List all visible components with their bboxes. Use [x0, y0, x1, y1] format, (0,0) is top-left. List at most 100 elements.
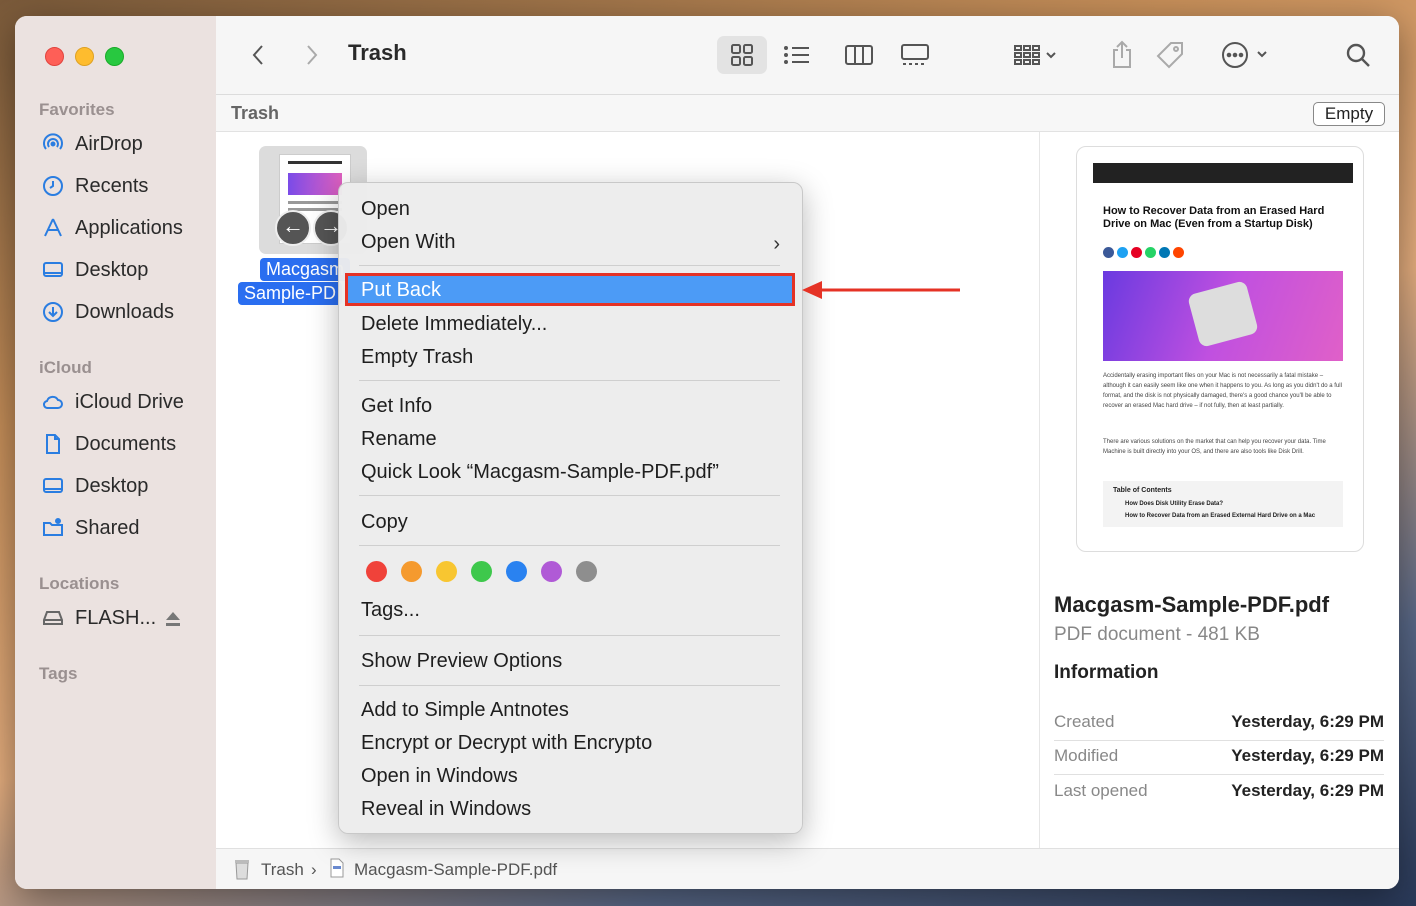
- info-row-modified: Modified Yesterday, 6:29 PM: [1054, 740, 1384, 775]
- sidebar-item-label: AirDrop: [75, 132, 143, 155]
- sidebar-item-flash-drive[interactable]: FLASH...: [41, 602, 156, 634]
- menu-separator: [359, 545, 780, 546]
- tag-color-green[interactable]: [471, 561, 492, 582]
- menu-item-rename[interactable]: Rename: [361, 428, 437, 451]
- file-name-line1[interactable]: Macgasm: [260, 258, 351, 281]
- menu-separator: [359, 380, 780, 381]
- location-header: Trash Empty: [216, 95, 1399, 132]
- preview-file-kind: PDF document - 481 KB: [1054, 624, 1260, 645]
- sidebar-item-downloads[interactable]: Downloads: [41, 296, 174, 328]
- columns-icon: [845, 45, 873, 65]
- article-title: How to Recover Data from an Erased Hard …: [1103, 205, 1325, 230]
- sidebar-item-icloud-drive[interactable]: iCloud Drive: [41, 386, 184, 418]
- tag-color-gray[interactable]: [576, 561, 597, 582]
- social-share-icons: [1103, 247, 1184, 258]
- menu-item-empty-trash[interactable]: Empty Trash: [361, 346, 473, 369]
- menu-item-open[interactable]: Open: [361, 198, 410, 221]
- article-paragraph-2: There are various solutions on the marke…: [1103, 439, 1326, 455]
- back-button[interactable]: [244, 36, 272, 74]
- tag-button[interactable]: [1150, 36, 1190, 74]
- path-crumb-trash[interactable]: Trash: [261, 860, 304, 880]
- share-button[interactable]: [1106, 36, 1138, 74]
- information-title: Information: [1054, 662, 1159, 683]
- menu-item-label: Put Back: [361, 279, 442, 301]
- preview-pane: How to Recover Data from an Erased Hard …: [1039, 132, 1399, 848]
- chevron-left-icon: [252, 45, 263, 65]
- forward-button[interactable]: [298, 36, 326, 74]
- gallery-view-button[interactable]: [894, 36, 936, 74]
- pdf-file-icon: [330, 858, 344, 878]
- menu-item-delete-immediately[interactable]: Delete Immediately...: [361, 313, 547, 336]
- group-by-button[interactable]: [1006, 36, 1066, 74]
- ellipsis-circle-icon: [1222, 42, 1267, 68]
- tag-color-blue[interactable]: [506, 561, 527, 582]
- airdrop-icon: [43, 133, 63, 150]
- applications-icon: [44, 218, 62, 237]
- sidebar-item-label: iCloud Drive: [75, 390, 184, 413]
- toc-item: How to Recover Data from an Erased Exter…: [1125, 513, 1316, 519]
- toc-title: Table of Contents: [1113, 487, 1172, 494]
- search-icon: [1346, 43, 1370, 67]
- tag-color-orange[interactable]: [401, 561, 422, 582]
- menu-item-quick-look[interactable]: Quick Look “Macgasm-Sample-PDF.pdf”: [361, 461, 719, 484]
- article-hero-image: [1103, 271, 1343, 361]
- context-menu: Open Open With › Put Back Delete Immedia…: [338, 182, 803, 834]
- zoom-window-button[interactable]: [105, 47, 124, 66]
- minimize-window-button[interactable]: [75, 47, 94, 66]
- favorites-section-title: Favorites: [39, 100, 115, 119]
- more-actions-button[interactable]: [1214, 36, 1274, 74]
- column-view-button[interactable]: [838, 36, 880, 74]
- arrow-left-icon: ←: [275, 210, 311, 246]
- sidebar: Favorites AirDrop Recents Applications D…: [15, 16, 217, 889]
- sidebar-item-shared[interactable]: Shared: [41, 512, 140, 544]
- sidebar-item-icloud-desktop[interactable]: Desktop: [41, 470, 148, 502]
- path-crumb-file[interactable]: Macgasm-Sample-PDF.pdf: [354, 860, 557, 880]
- menu-item-reveal-in-windows[interactable]: Reveal in Windows: [361, 798, 531, 821]
- preview-file-name: Macgasm-Sample-PDF.pdf: [1054, 592, 1330, 617]
- article-paragraph-1: Accidentally erasing important files on …: [1103, 373, 1342, 409]
- menu-item-open-in-windows[interactable]: Open in Windows: [361, 765, 518, 788]
- desktop-icon: [43, 478, 63, 493]
- gallery-icon: [901, 44, 929, 65]
- shared-folder-icon: [43, 518, 63, 536]
- menu-item-encrypt-decrypt[interactable]: Encrypt or Decrypt with Encrypto: [361, 732, 652, 755]
- tag-color-red[interactable]: [366, 561, 387, 582]
- sidebar-item-documents[interactable]: Documents: [41, 428, 176, 460]
- drive-icon: [43, 611, 63, 625]
- tag-color-yellow[interactable]: [436, 561, 457, 582]
- locations-section-title: Locations: [39, 574, 120, 593]
- document-preview: How to Recover Data from an Erased Hard …: [1076, 146, 1364, 552]
- sidebar-item-label: Recents: [75, 174, 149, 197]
- list-view-button[interactable]: [776, 36, 818, 74]
- search-button[interactable]: [1342, 36, 1374, 74]
- menu-item-copy[interactable]: Copy: [361, 511, 408, 534]
- menu-separator: [359, 635, 780, 636]
- document-icon: [46, 434, 60, 454]
- menu-item-add-simple-antnotes[interactable]: Add to Simple Antnotes: [361, 699, 569, 722]
- menu-item-put-back[interactable]: Put Back: [345, 273, 795, 306]
- desktop-icon: [43, 262, 63, 277]
- sidebar-item-airdrop[interactable]: AirDrop: [41, 128, 143, 160]
- sidebar-item-label: FLASH...: [75, 606, 157, 629]
- sidebar-item-applications[interactable]: Applications: [41, 212, 183, 244]
- window-title: Trash: [348, 40, 407, 65]
- tag-color-purple[interactable]: [541, 561, 562, 582]
- eject-icon[interactable]: [165, 610, 181, 628]
- menu-item-show-preview-options[interactable]: Show Preview Options: [361, 650, 562, 673]
- menu-item-tags[interactable]: Tags...: [361, 599, 420, 622]
- close-window-button[interactable]: [45, 47, 64, 66]
- share-icon: [1113, 40, 1131, 68]
- menu-item-open-with[interactable]: Open With: [361, 231, 455, 254]
- empty-trash-button[interactable]: Empty: [1313, 102, 1385, 126]
- info-key: Created: [1054, 712, 1115, 731]
- icon-view-button[interactable]: [717, 36, 767, 74]
- icloud-section-title: iCloud: [39, 358, 92, 377]
- grid-icon: [731, 44, 753, 66]
- download-icon: [43, 302, 63, 322]
- file-name-line2[interactable]: Sample-PD: [238, 282, 343, 305]
- menu-item-get-info[interactable]: Get Info: [361, 395, 432, 418]
- article-header-bar: [1093, 163, 1353, 183]
- sidebar-item-recents[interactable]: Recents: [41, 170, 148, 202]
- sidebar-item-desktop[interactable]: Desktop: [41, 254, 148, 286]
- trash-icon: [235, 860, 249, 880]
